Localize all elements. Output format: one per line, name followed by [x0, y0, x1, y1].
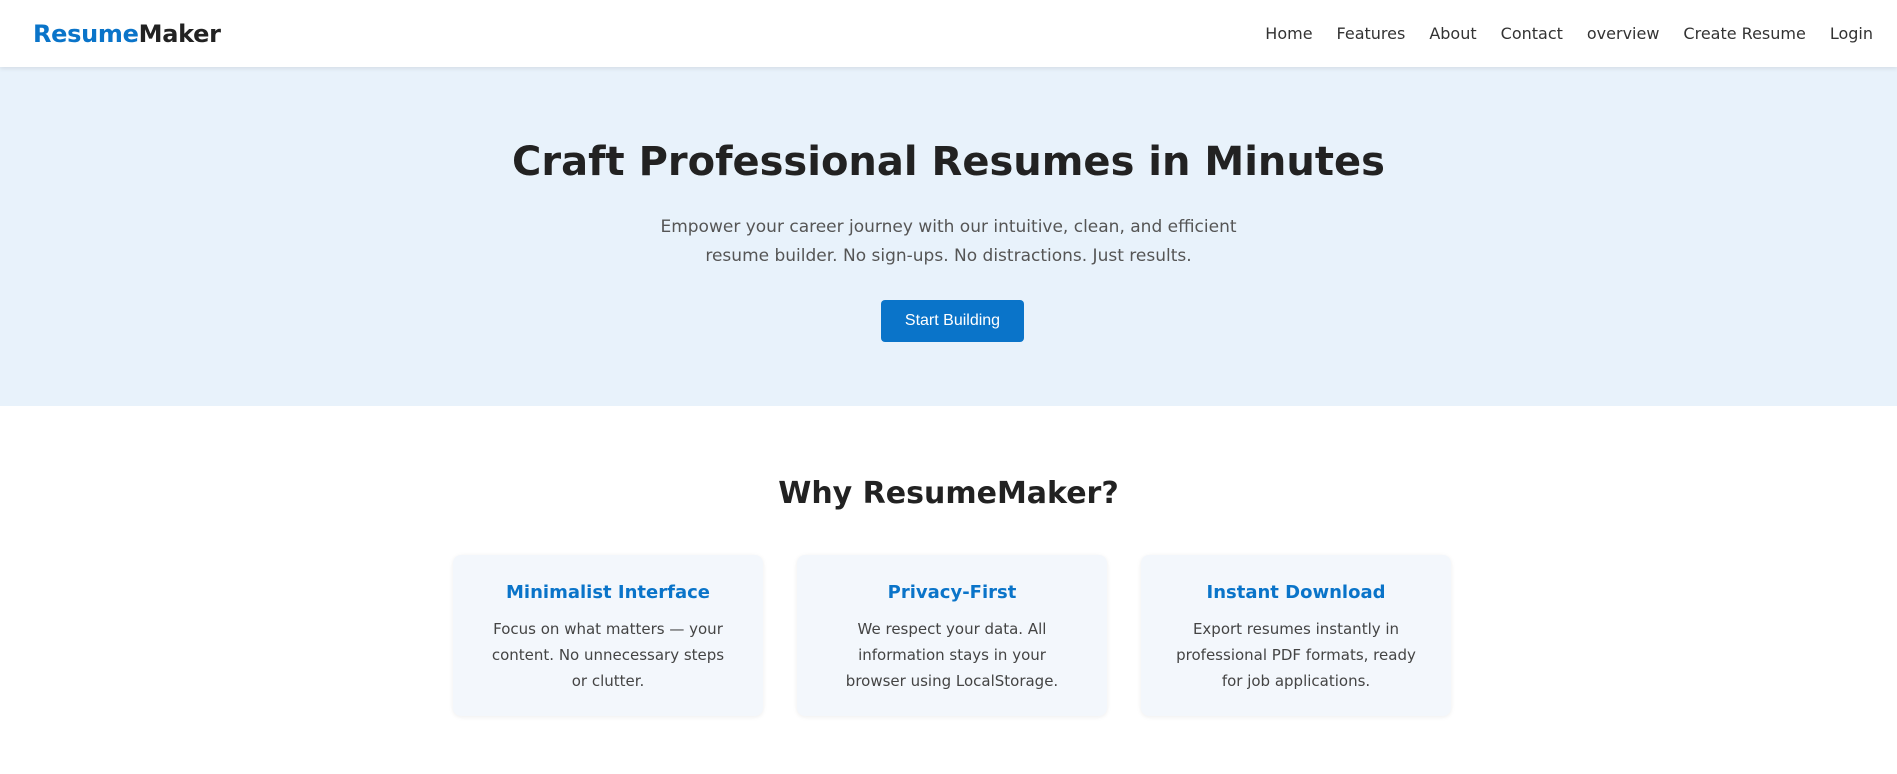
feature-card-minimalist: Minimalist Interface Focus on what matte…	[453, 555, 763, 716]
nav-about[interactable]: About	[1429, 24, 1476, 43]
hero-title: Craft Professional Resumes in Minutes	[512, 139, 1385, 185]
feature-card-title: Minimalist Interface	[506, 582, 710, 603]
navbar: ResumeMaker Home Features About Contact …	[0, 0, 1897, 67]
nav-features[interactable]: Features	[1337, 24, 1406, 43]
feature-card-privacy: Privacy-First We respect your data. All …	[797, 555, 1107, 716]
nav-overview[interactable]: overview	[1587, 24, 1660, 43]
logo-accent: Resume	[33, 19, 139, 48]
feature-card-text: We respect your data. All information st…	[845, 620, 1059, 690]
start-building-button[interactable]: Start Building	[881, 300, 1024, 342]
feature-card-text: Focus on what matters — your content. No…	[491, 620, 725, 690]
nav-home[interactable]: Home	[1265, 24, 1312, 43]
feature-card-title: Instant Download	[1206, 582, 1386, 603]
features-title: Why ResumeMaker?	[778, 476, 1119, 511]
feature-card-title: Privacy-First	[887, 582, 1017, 603]
nav-links: Home Features About Contact overview Cre…	[1241, 24, 1873, 43]
feature-card-download: Instant Download Export resumes instantl…	[1141, 555, 1451, 716]
feature-card-text: Export resumes instantly in professional…	[1176, 620, 1416, 690]
logo-rest: Maker	[138, 19, 221, 48]
nav-create-resume[interactable]: Create Resume	[1683, 24, 1805, 43]
logo[interactable]: ResumeMaker	[33, 20, 221, 48]
nav-contact[interactable]: Contact	[1501, 24, 1563, 43]
nav-login[interactable]: Login	[1830, 24, 1873, 43]
hero-subtitle: Empower your career journey with our int…	[660, 217, 1237, 266]
hero-section: Craft Professional Resumes in Minutes Em…	[0, 67, 1897, 406]
